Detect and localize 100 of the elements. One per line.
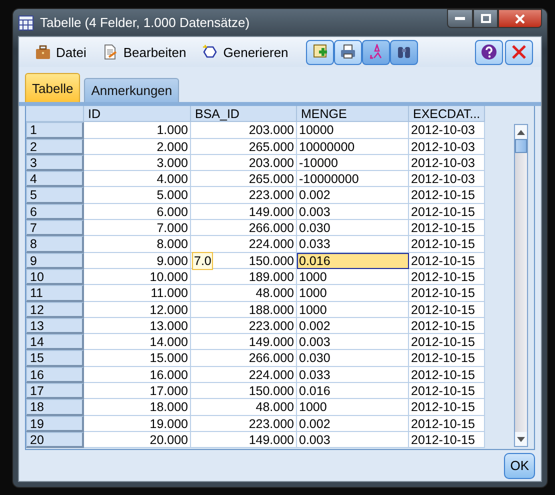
minimize-button[interactable] [447, 9, 473, 28]
print-button[interactable] [334, 40, 362, 64]
table-cell: 2012-10-15 [409, 204, 485, 220]
table-cell: 150.000 [191, 383, 297, 400]
sort-icon [368, 44, 384, 60]
table-cell: 0.003 [297, 334, 409, 350]
table-cell: 18.000 [84, 399, 191, 416]
row-header[interactable]: 9 [26, 252, 84, 269]
row-header[interactable]: 8 [26, 236, 84, 253]
minimize-icon [455, 16, 465, 20]
table-cell: 149.000 [191, 204, 297, 220]
row-header[interactable]: 15 [26, 350, 84, 367]
table-add-icon [312, 44, 328, 60]
table-cell: 19.000 [84, 416, 191, 432]
table-icon [18, 14, 34, 30]
briefcase-icon [35, 44, 51, 60]
row-header[interactable]: 12 [26, 302, 84, 318]
row-header[interactable]: 19 [26, 416, 84, 432]
table-cell: 265.000 [191, 138, 297, 155]
maximize-button[interactable] [473, 9, 498, 28]
row-header[interactable]: 17 [26, 383, 84, 400]
column-header[interactable]: ID [84, 106, 191, 122]
row-header[interactable]: 1 [26, 122, 84, 139]
table-cell: 48.000 [191, 399, 297, 416]
close-button[interactable] [498, 9, 542, 28]
table-cell: 149.000 [191, 432, 297, 448]
table-cell: 10000000 [297, 138, 409, 155]
table-cell: 10.000 [84, 268, 191, 286]
table-cell: 2012-10-15 [409, 334, 485, 350]
table-cell: 2012-10-15 [409, 383, 485, 400]
table-cell: 2012-10-15 [409, 236, 485, 253]
ok-button[interactable]: OK [504, 452, 535, 478]
column-header[interactable]: MENGE [297, 106, 409, 122]
row-header[interactable]: 4 [26, 171, 84, 188]
column-header[interactable]: EXECDAT... [409, 106, 485, 122]
table-cell: 48.000 [191, 285, 297, 302]
table-cell: 0.002 [297, 318, 409, 334]
table-cell: 5.000 [84, 187, 191, 204]
table-cell: 2012-10-03 [409, 122, 485, 139]
table-cell: 0.033 [297, 236, 409, 253]
table-cell: 10000 [297, 122, 409, 139]
table-cell: 188.000 [191, 302, 297, 318]
table-cell: 2012-10-15 [409, 285, 485, 302]
row-header[interactable]: 18 [26, 399, 84, 416]
table-cell: 189.000 [191, 268, 297, 286]
table-cell: 0.016 [297, 252, 409, 269]
table-cell: 2012-10-03 [409, 154, 485, 172]
table-cell: 223.000 [191, 416, 297, 432]
row-header[interactable]: 6 [26, 204, 84, 220]
table-cell: 1000 [297, 302, 409, 318]
scrollbar-thumb[interactable] [515, 139, 527, 153]
table-cell: 0.030 [297, 350, 409, 367]
menu-item[interactable]: Datei [27, 44, 94, 60]
table-cell: 13.000 [84, 318, 191, 334]
table-cell: 2012-10-15 [409, 252, 485, 269]
table-cell: 0.003 [297, 432, 409, 448]
column-header[interactable]: BSA_ID [191, 106, 297, 122]
table-cell: 16.000 [84, 366, 191, 384]
table-cell: 1000 [297, 285, 409, 302]
table-cell: 2.000 [84, 138, 191, 155]
table-cell: -10000 [297, 154, 409, 172]
row-header[interactable]: 3 [26, 154, 84, 172]
help-button[interactable] [475, 40, 503, 64]
table-cell: 2012-10-15 [409, 268, 485, 286]
table-cell: 0.003 [297, 204, 409, 220]
row-header[interactable]: 10 [26, 268, 84, 286]
menu-item[interactable]: Generieren [194, 44, 296, 60]
help-icon [481, 44, 497, 60]
add-table-button[interactable] [306, 40, 334, 64]
table-cell: 0.002 [297, 416, 409, 432]
row-header[interactable]: 7 [26, 220, 84, 236]
row-header[interactable]: 13 [26, 318, 84, 334]
menu-item[interactable]: Bearbeiten [94, 44, 194, 60]
row-header[interactable]: 16 [26, 366, 84, 384]
table-cell: 224.000 [191, 236, 297, 253]
table-cell: 224.000 [191, 366, 297, 384]
row-header[interactable]: 5 [26, 187, 84, 204]
table-cell: 223.000 [191, 187, 297, 204]
table-cell: 4.000 [84, 171, 191, 188]
table-cell: 2012-10-15 [409, 220, 485, 236]
sort-button[interactable] [362, 40, 390, 64]
row-header[interactable]: 2 [26, 138, 84, 155]
scrollbar[interactable] [514, 124, 528, 447]
row-header[interactable]: 11 [26, 285, 84, 302]
table-cell: 0.030 [297, 220, 409, 236]
tab[interactable]: Tabelle [25, 73, 80, 102]
close-icon [515, 14, 525, 24]
table-cell: 2012-10-03 [409, 138, 485, 155]
table-cell: 2012-10-15 [409, 366, 485, 384]
table-cell: 2012-10-15 [409, 399, 485, 416]
hexagon-icon [202, 44, 218, 60]
table-cell: 8.000 [84, 236, 191, 253]
row-header[interactable]: 14 [26, 334, 84, 350]
tab[interactable]: Anmerkungen [84, 78, 180, 102]
table-cell: 9.000 [84, 252, 191, 269]
row-header[interactable]: 20 [26, 432, 84, 448]
table-cell: 266.000 [191, 350, 297, 367]
table-cell: 2012-10-03 [409, 171, 485, 188]
table-cell: 2012-10-15 [409, 187, 485, 204]
find-button[interactable] [390, 40, 418, 64]
